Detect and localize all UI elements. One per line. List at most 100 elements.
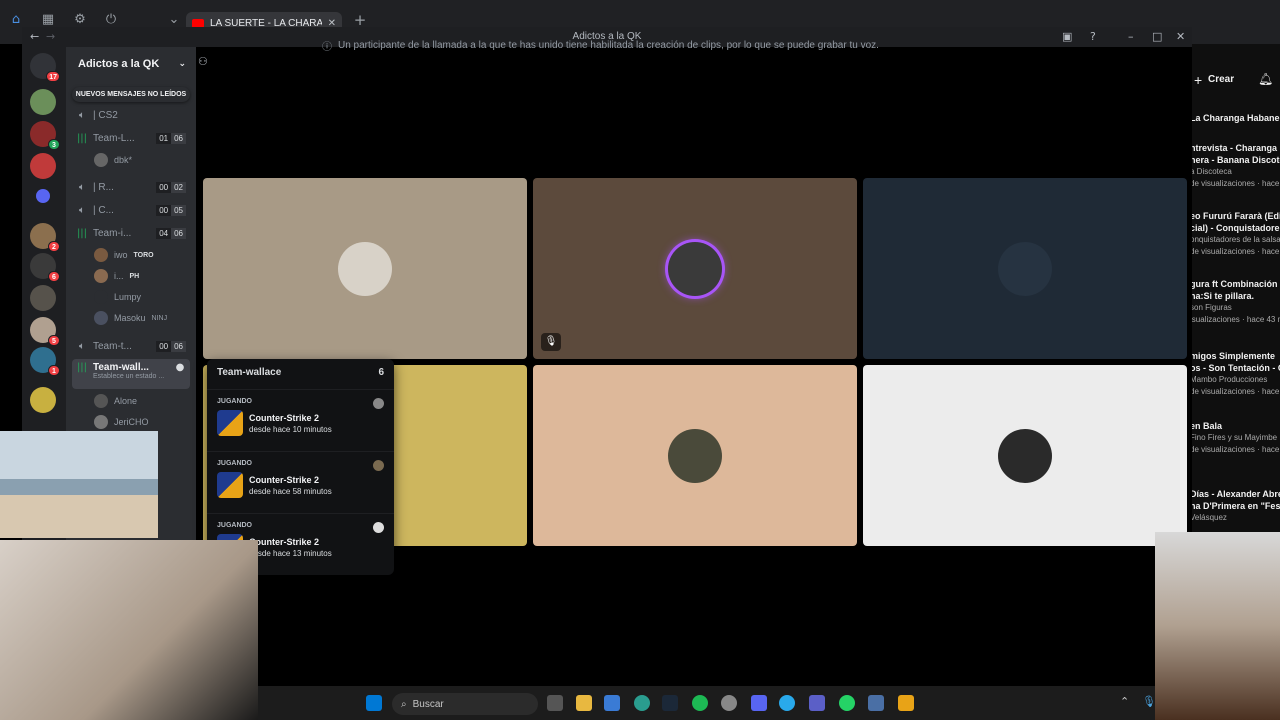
yt-channel-header[interactable]: La Charanga Habanera	[1190, 112, 1280, 124]
voice-user[interactable]: Masoku NINJ	[94, 309, 167, 327]
discord-home-icon[interactable]: 17	[30, 53, 60, 82]
chat-icon[interactable]: ●	[174, 362, 186, 373]
file-explorer-icon[interactable]	[576, 695, 592, 711]
yt-video-title-2: na:Si te pillara.	[1190, 291, 1255, 301]
yt-video-title: gura ft Combinación d	[1190, 279, 1280, 289]
guild-header[interactable]: Adictos a la QK ⌄	[66, 47, 196, 81]
voice-channel-team-i[interactable]: ||| Team-i... 04 06	[72, 223, 190, 243]
user-name: Alone	[114, 396, 138, 406]
telegram-icon[interactable]	[779, 695, 795, 711]
voice-user[interactable]: i... PH	[94, 267, 139, 285]
yt-video-channel: onquistadores de la salsa	[1190, 235, 1280, 244]
avatar	[373, 460, 384, 471]
voice-channel-cs2[interactable]: 🔈︎ | CS2	[72, 105, 190, 125]
muted-mic-icon: 🎙︎	[541, 333, 561, 351]
server-icon[interactable]: 1	[30, 347, 60, 376]
avatar	[94, 248, 108, 262]
server-icon[interactable]	[30, 285, 56, 311]
server-icon[interactable]	[30, 387, 56, 413]
server-icon[interactable]: 3	[30, 121, 60, 150]
steam-icon[interactable]	[662, 695, 678, 711]
windows-start-icon[interactable]	[366, 695, 382, 711]
user-limit-count: 05	[171, 204, 186, 216]
voice-user[interactable]: iwo TORO	[94, 246, 154, 264]
calendar-icon[interactable]: ▦	[40, 12, 56, 28]
video-tile[interactable]: 🎙︎	[533, 178, 857, 359]
user-name: Lumpy	[114, 292, 142, 302]
yt-video-meta: de visualizaciones · hace	[1190, 445, 1280, 454]
yt-video-item[interactable]: migos Simplemente os - Son Tentación - C…	[1190, 350, 1280, 398]
spotify-icon[interactable]	[692, 695, 708, 711]
voice-active-icon: |||	[76, 132, 88, 144]
voice-user[interactable]: Alone	[94, 392, 137, 410]
power-icon[interactable]: ⏻	[103, 12, 119, 28]
yt-video-meta: de visualizaciones · hace	[1190, 387, 1280, 396]
app-icon[interactable]	[868, 695, 884, 711]
server-icon[interactable]: 5	[30, 317, 60, 346]
voice-user[interactable]: JeriCHO	[94, 413, 149, 431]
video-tile[interactable]	[533, 365, 857, 546]
task-view-icon[interactable]	[547, 695, 563, 711]
activity-entry[interactable]: JUGANDO Counter-Strike 2 desde hace 10 m…	[207, 389, 394, 449]
activity-label: JUGANDO	[217, 398, 253, 405]
avatar	[998, 428, 1052, 483]
taskbar-search[interactable]: ⌕ Buscar	[392, 693, 538, 715]
yt-video-item[interactable]: ntrevista - Charanga nera - Banana Disco…	[1190, 142, 1280, 190]
voice-channel-team-l[interactable]: ||| Team-L... 01 06	[72, 128, 190, 148]
bell-icon[interactable]: 🔔︎	[1258, 72, 1273, 86]
video-tile[interactable]	[863, 365, 1187, 546]
user-limit: 00 02	[156, 181, 186, 193]
server-icon[interactable]: 6	[30, 253, 60, 282]
video-tile[interactable]	[863, 178, 1187, 359]
voice-channel-c[interactable]: 🔈︎ | C... 00 05	[72, 200, 190, 220]
tab-list-chevron-icon[interactable]: ⌄	[166, 12, 182, 28]
home-icon[interactable]: ⌂	[8, 12, 24, 28]
voice-user[interactable]: Lumpy	[94, 288, 141, 306]
inbox-icon[interactable]: ▣	[1062, 30, 1072, 43]
app-icon[interactable]	[721, 695, 737, 711]
channel-name: | C...	[93, 204, 114, 216]
server-icon[interactable]	[30, 89, 56, 115]
activity-label: JUGANDO	[217, 460, 253, 467]
activity-entry[interactable]: JUGANDO Counter-Strike 2 desde hace 58 m…	[207, 451, 394, 511]
minimize-button[interactable]: –	[1128, 30, 1134, 43]
yt-video-meta: isualizaciones · hace 43 m	[1190, 315, 1280, 324]
channel-name: Team-wall...	[93, 362, 149, 373]
invite-icon[interactable]: ⚇	[198, 55, 208, 68]
store-icon[interactable]	[604, 695, 620, 711]
popover-header: Team-wallace 6	[207, 359, 394, 385]
yt-video-title-2: na D'Primera en "Fest	[1190, 501, 1280, 511]
user-limit: 00 06	[156, 340, 186, 352]
tray-chevron-icon[interactable]: ⌃	[1120, 695, 1129, 708]
discord-icon[interactable]	[751, 695, 767, 711]
user-limit-count: 06	[171, 132, 186, 144]
voice-channel-r[interactable]: 🔈︎ | R... 00 02	[72, 177, 190, 197]
yt-video-item[interactable]: en Bala Fino Fires y su Mayimbe de visua…	[1190, 420, 1280, 456]
channel-status[interactable]: Establece un estado ...	[93, 373, 169, 380]
new-messages-pill[interactable]: NUEVOS MENSAJES NO LEÍDOS	[72, 87, 190, 102]
edge-icon[interactable]	[634, 695, 650, 711]
help-icon[interactable]: ?	[1090, 30, 1096, 43]
close-window-button[interactable]: ✕	[1176, 30, 1185, 43]
whatsapp-icon[interactable]	[839, 695, 855, 711]
server-icon[interactable]: 2	[30, 223, 60, 252]
activity-time: desde hace 58 minutos	[249, 486, 332, 496]
create-button[interactable]: Crear	[1208, 74, 1234, 85]
webcam-overlay-bottle	[1155, 532, 1280, 720]
yt-video-item[interactable]: gura ft Combinación d na:Si te pillara. …	[1190, 278, 1280, 326]
yt-video-item[interactable]: Días - Alexander Abre na D'Primera en "F…	[1190, 488, 1280, 524]
voice-user[interactable]: dbk*	[94, 151, 132, 169]
mic-icon[interactable]: 🎙︎	[1142, 695, 1156, 708]
voice-channel-team-t[interactable]: 🔈︎ Team-t... 00 06	[72, 336, 190, 356]
new-tab-button[interactable]: +	[352, 12, 368, 28]
maximize-button[interactable]: □	[1152, 30, 1162, 43]
yt-video-item[interactable]: eo Fururú Fararà (Edic cial) - Conquista…	[1190, 210, 1280, 258]
counter-strike-taskbar-icon[interactable]	[898, 695, 914, 711]
voice-channel-team-wallace[interactable]: ||| Team-wall... Establece un estado ...…	[72, 359, 190, 389]
teams-icon[interactable]	[809, 695, 825, 711]
server-icon[interactable]	[30, 153, 56, 179]
clip-notice: ⓘ Un participante de la llamada a la que…	[322, 37, 879, 53]
gear-icon[interactable]: ⚙	[72, 12, 88, 28]
video-tile[interactable]	[203, 178, 527, 359]
folder-icon[interactable]	[36, 189, 50, 203]
